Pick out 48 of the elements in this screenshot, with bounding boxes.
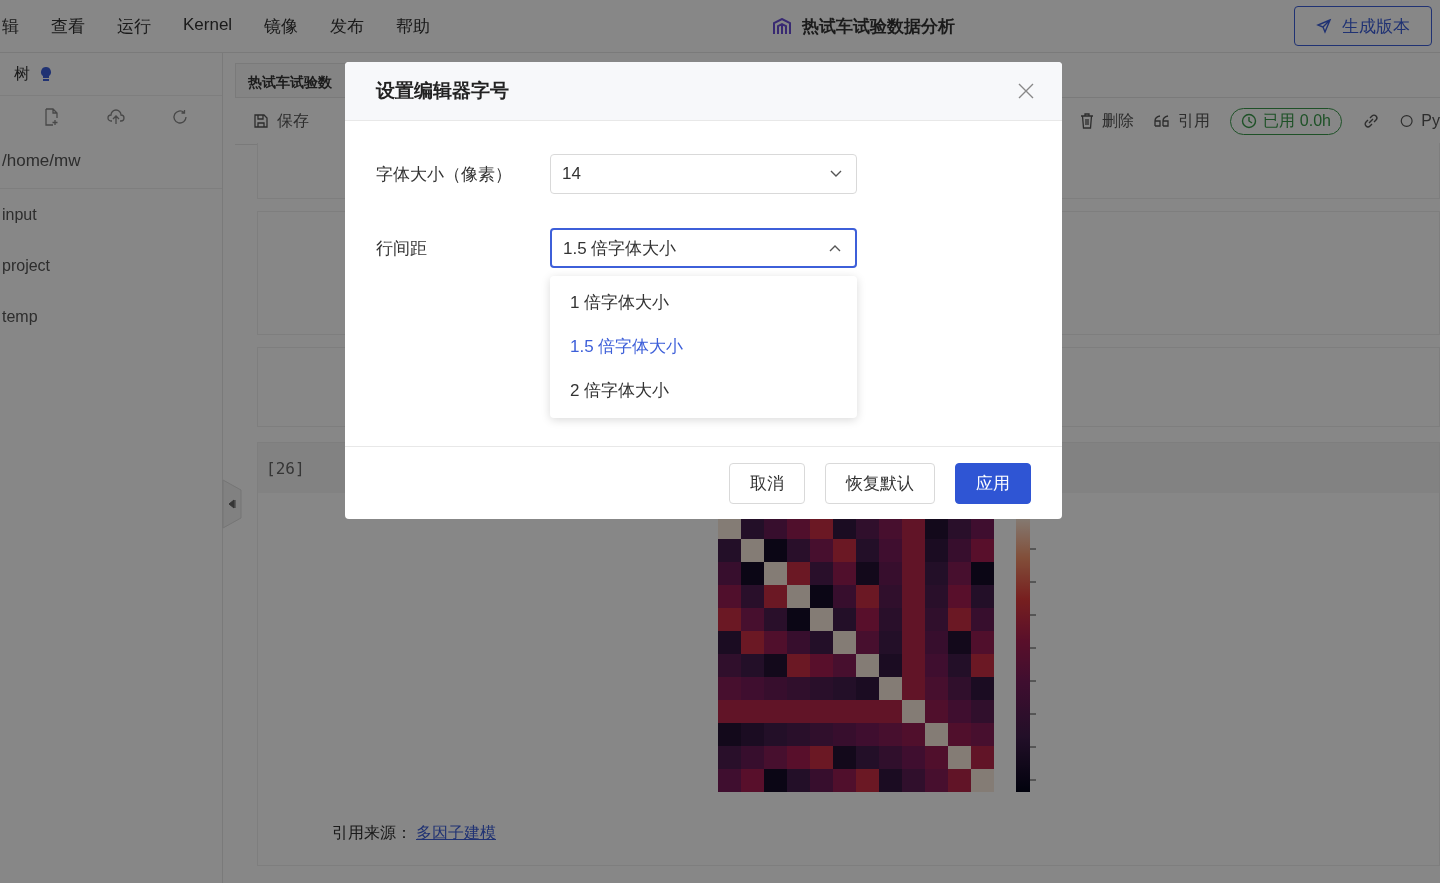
dialog-button[interactable]: 取消 bbox=[729, 462, 805, 504]
folder-item[interactable]: project bbox=[0, 240, 222, 291]
trash-icon bbox=[1080, 113, 1095, 129]
save-button[interactable]: 保存 bbox=[253, 110, 309, 132]
field-label: 字体大小（像素） bbox=[376, 163, 513, 186]
delete-button[interactable]: 删除 bbox=[1080, 110, 1135, 132]
chevron-icon bbox=[830, 170, 842, 178]
publish-button[interactable]: 生成版本 bbox=[1294, 6, 1432, 46]
path-label: /home/mw bbox=[0, 138, 222, 189]
apply-button[interactable]: 应用 bbox=[955, 462, 1031, 504]
cell-prompt: [26] bbox=[266, 458, 305, 478]
dialog-button[interactable]: 恢复默认 bbox=[825, 462, 935, 504]
logo-icon bbox=[772, 17, 792, 36]
send-icon bbox=[1316, 18, 1332, 34]
circle-icon bbox=[1400, 113, 1414, 129]
collapse-handle[interactable] bbox=[222, 479, 242, 529]
upload-icon[interactable] bbox=[107, 109, 125, 125]
kernel-status[interactable]: Py bbox=[1400, 112, 1440, 130]
clock-icon bbox=[1241, 113, 1258, 129]
dropdown-option[interactable]: 2 倍字体大小 bbox=[550, 369, 857, 413]
quote-icon bbox=[1154, 115, 1171, 127]
menu-item[interactable]: 运行 bbox=[117, 14, 151, 38]
menu-item[interactable]: 帮助 bbox=[396, 14, 431, 38]
close-icon[interactable] bbox=[1018, 83, 1034, 99]
link-icon[interactable] bbox=[1362, 112, 1380, 130]
citation-label: 引用来源： bbox=[332, 823, 412, 843]
dialog-title: 设置编辑器字号 bbox=[376, 79, 509, 103]
save-icon bbox=[253, 113, 269, 129]
app-title: 热试车试验数据分析 bbox=[802, 16, 955, 38]
cite-button[interactable]: 引用 bbox=[1154, 110, 1211, 132]
dropdown-option[interactable]: 1.5 倍字体大小 bbox=[550, 325, 857, 369]
field-label: 行间距 bbox=[376, 237, 428, 260]
menu-item[interactable]: Kernel bbox=[183, 14, 233, 38]
citation-link[interactable]: 多因子建模 bbox=[416, 823, 496, 844]
menu-item[interactable]: 镜像 bbox=[264, 14, 299, 38]
select-field[interactable]: 14 bbox=[550, 154, 857, 194]
chevron-icon bbox=[829, 244, 841, 252]
new-file-icon[interactable] bbox=[43, 108, 60, 126]
folder-item[interactable]: input bbox=[0, 189, 222, 240]
refresh-icon[interactable] bbox=[172, 109, 189, 125]
lightbulb-icon bbox=[40, 66, 52, 82]
folder-item[interactable]: temp bbox=[0, 291, 222, 342]
select-field[interactable]: 1.5 倍字体大小 bbox=[550, 228, 857, 268]
dropdown-option[interactable]: 1 倍字体大小 bbox=[550, 281, 857, 325]
sidebar-title: 树 bbox=[14, 63, 30, 84]
menu-item[interactable]: 查看 bbox=[51, 14, 85, 38]
menu-item[interactable]: 发布 bbox=[330, 14, 365, 38]
menu-item[interactable]: 辑 bbox=[2, 14, 19, 38]
